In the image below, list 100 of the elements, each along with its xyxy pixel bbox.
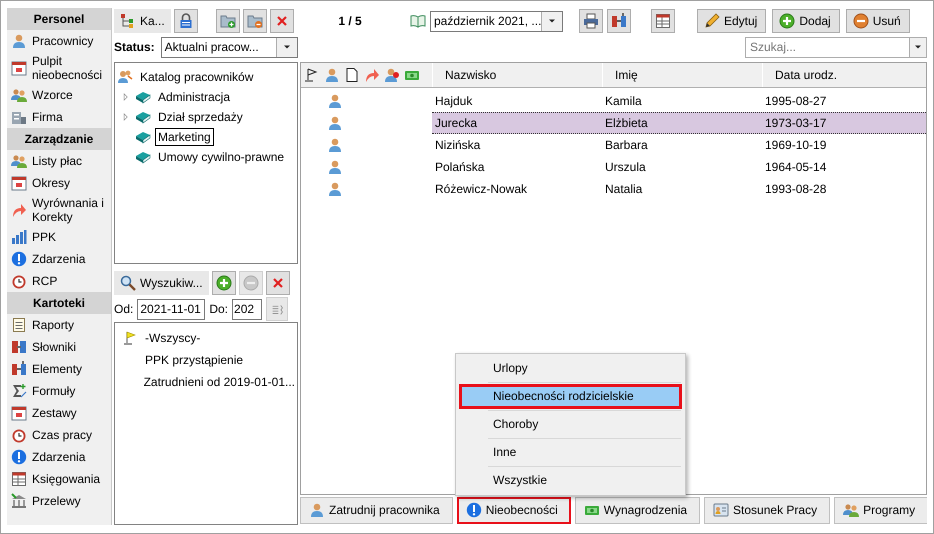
sidebar-item[interactable]: Zdarzenia bbox=[7, 248, 111, 270]
table-cell-text: Barbara bbox=[604, 138, 649, 152]
alarm-clock-icon bbox=[11, 427, 27, 443]
close-button[interactable] bbox=[266, 271, 290, 295]
add-folder-button[interactable] bbox=[216, 9, 240, 33]
table-cell-text: Hajduk bbox=[434, 94, 474, 108]
calendar-icon bbox=[11, 175, 27, 191]
table-cell-text: Natalia bbox=[604, 182, 644, 196]
table-cell-text: 1993-08-28 bbox=[764, 182, 828, 196]
from-date-field[interactable]: 2021-11-01 bbox=[137, 298, 206, 320]
action-button[interactable]: Dodaj bbox=[772, 9, 840, 33]
filter-item[interactable]: Zatrudnieni od 2019-01-01... bbox=[144, 375, 295, 389]
alarm-clock-icon bbox=[11, 273, 27, 289]
sidebar-item[interactable]: Wyrównania i Korekty bbox=[7, 194, 111, 226]
people-icon bbox=[11, 87, 27, 103]
transfer-icon bbox=[611, 13, 627, 29]
close-button[interactable] bbox=[270, 9, 294, 33]
search-dropdown-button[interactable] bbox=[909, 36, 927, 58]
person-icon bbox=[327, 115, 343, 131]
person-icon bbox=[11, 33, 27, 49]
person-icon bbox=[327, 181, 343, 197]
module-button[interactable]: Nieobecności bbox=[456, 496, 571, 524]
person-icon bbox=[309, 502, 325, 518]
sidebar-item[interactable]: RCP bbox=[7, 270, 111, 292]
tree-item[interactable]: Administracja bbox=[155, 88, 234, 106]
sidebar-item[interactable]: Przelewy bbox=[7, 490, 111, 512]
menu-item[interactable]: Inne bbox=[459, 440, 682, 465]
table-cell-text: Elżbieta bbox=[604, 116, 649, 130]
menu-item[interactable]: Nieobecności rodzicielskie bbox=[459, 384, 682, 409]
section-header: Kartoteki bbox=[7, 292, 111, 314]
catalog-button[interactable]: Ka... bbox=[114, 9, 171, 33]
action-button[interactable]: Usuń bbox=[846, 9, 910, 33]
to-label: Do: bbox=[209, 302, 228, 316]
module-button[interactable]: Zatrudnij pracownika bbox=[300, 496, 453, 524]
column-header[interactable]: Nazwisko bbox=[432, 63, 602, 87]
module-button[interactable]: Stosunek Pracy bbox=[704, 496, 830, 524]
sidebar-item[interactable]: Firma bbox=[7, 106, 111, 128]
table-row[interactable]: Nizińska Barbara 1969-10-19 bbox=[432, 134, 926, 156]
add-button[interactable] bbox=[212, 271, 236, 295]
search-field[interactable]: Szukaj... bbox=[745, 36, 909, 58]
table-row[interactable]: Jurecka Elżbieta 1973-03-17 bbox=[432, 112, 926, 134]
menu-item[interactable]: Urlopy bbox=[459, 356, 682, 381]
lock-button[interactable] bbox=[174, 9, 198, 33]
sidebar-item[interactable]: Okresy bbox=[7, 172, 111, 194]
menu-item[interactable]: Choroby bbox=[459, 412, 682, 437]
to-date-field[interactable]: 202 bbox=[232, 298, 262, 320]
sidebar-item[interactable]: Czas pracy bbox=[7, 424, 111, 446]
status-label: Status: bbox=[114, 40, 155, 54]
sidebar-item[interactable]: Listy płac bbox=[7, 150, 111, 172]
plus-icon bbox=[779, 13, 796, 29]
search-button[interactable]: Wyszukiw... bbox=[114, 271, 209, 295]
sidebar-item[interactable]: PPK bbox=[7, 226, 111, 248]
document-icon bbox=[344, 67, 360, 83]
table-row[interactable]: Polańska Urszula 1964-05-14 bbox=[432, 156, 926, 178]
tree-item[interactable]: Dział sprzedaży bbox=[155, 108, 246, 126]
minus-icon bbox=[852, 13, 869, 29]
sidebar-item[interactable]: Zdarzenia bbox=[7, 446, 111, 468]
column-header[interactable]: Imię bbox=[602, 63, 762, 87]
table-cell-text: 1995-08-27 bbox=[764, 94, 828, 108]
sort-button[interactable] bbox=[266, 297, 288, 321]
action-button[interactable]: Edytuj bbox=[697, 9, 766, 33]
people-icon bbox=[117, 69, 133, 85]
bar-chart-icon bbox=[11, 229, 27, 245]
sidebar-item[interactable]: Raporty bbox=[7, 314, 111, 336]
transfer-icon bbox=[11, 361, 27, 377]
transfer-button[interactable] bbox=[607, 9, 631, 33]
book-icon bbox=[135, 89, 151, 105]
table-icon bbox=[655, 13, 671, 29]
module-button[interactable]: Wynagrodzenia bbox=[574, 496, 700, 524]
period-dropdown[interactable]: październik 2021, ... bbox=[430, 10, 563, 32]
sidebar-item[interactable]: Pulpit nieobecności bbox=[7, 52, 111, 84]
table-icon bbox=[11, 471, 27, 487]
person-icon bbox=[327, 159, 343, 175]
sort-icon bbox=[270, 302, 284, 316]
menu-item[interactable]: Wszystkie bbox=[459, 468, 682, 493]
print-button[interactable] bbox=[579, 9, 603, 33]
status-dropdown[interactable]: Aktualni pracow... bbox=[160, 36, 298, 58]
columns-button[interactable] bbox=[651, 9, 675, 33]
person-icon bbox=[327, 93, 343, 109]
filter-item[interactable]: -Wszyscy- bbox=[145, 331, 200, 345]
tree-root[interactable]: Katalog pracowników bbox=[137, 68, 256, 86]
table-cell-text: Nizińska bbox=[434, 138, 482, 152]
filter-item[interactable]: PPK przystąpienie bbox=[145, 353, 244, 367]
sidebar-item[interactable]: Księgowania bbox=[7, 468, 111, 490]
folder-remove-icon bbox=[246, 13, 263, 29]
tree-item[interactable]: Marketing bbox=[155, 128, 214, 146]
remove-folder-button[interactable] bbox=[242, 9, 267, 33]
elements-icon bbox=[11, 339, 27, 355]
sidebar-item[interactable]: Pracownicy bbox=[7, 30, 111, 52]
module-button[interactable]: Programy bbox=[834, 496, 927, 524]
column-header[interactable]: Data urodz. bbox=[762, 63, 926, 87]
table-row[interactable]: Różewicz-Nowak Natalia 1993-08-28 bbox=[432, 178, 926, 200]
table-cell-text: Jurecka bbox=[434, 116, 478, 130]
sidebar-item[interactable]: Elementy bbox=[7, 358, 111, 380]
table-row[interactable]: Hajduk Kamila 1995-08-27 bbox=[432, 90, 926, 112]
sidebar-item[interactable]: Słowniki bbox=[7, 336, 111, 358]
sidebar-item[interactable]: Zestawy bbox=[7, 402, 111, 424]
sidebar-item[interactable]: Formuły bbox=[7, 380, 111, 402]
tree-item[interactable]: Umowy cywilno-prawne bbox=[155, 148, 288, 166]
sidebar-item[interactable]: Wzorce bbox=[7, 84, 111, 106]
